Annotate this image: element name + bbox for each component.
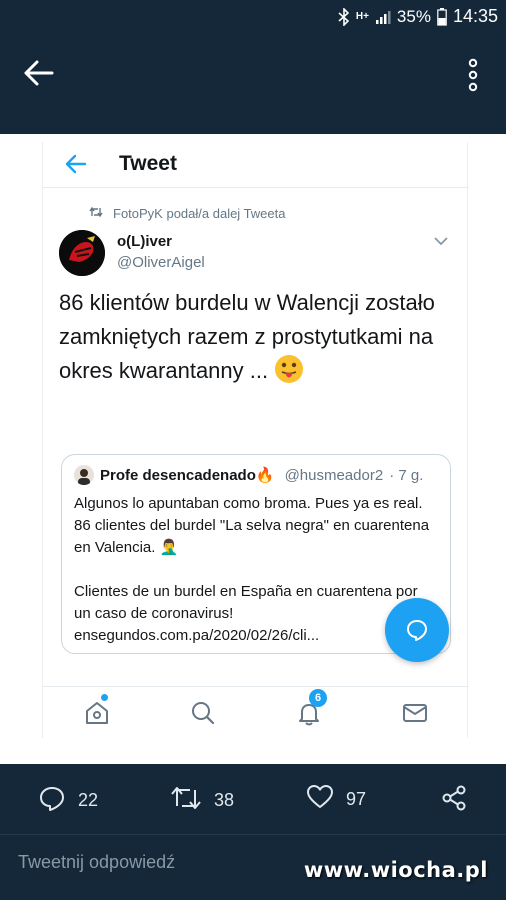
- quoted-name: Profe desencadenado🔥: [100, 467, 275, 484]
- avatar[interactable]: [59, 230, 105, 276]
- author-handle[interactable]: @OliverAigel: [117, 254, 205, 271]
- action-bar: 22 38 97: [0, 764, 506, 834]
- compose-button[interactable]: [385, 598, 449, 662]
- reply-button[interactable]: 22: [38, 784, 98, 817]
- divider: [0, 834, 506, 835]
- share-button[interactable]: [440, 784, 468, 817]
- like-count: 97: [346, 789, 367, 809]
- quoted-handle: @husmeador2: [284, 466, 384, 484]
- tweet-card: Tweet FotoPyK podał/a dalej Tweeta o(L)i…: [42, 142, 469, 738]
- home-icon[interactable]: [83, 694, 111, 727]
- retweet-icon: [89, 206, 103, 221]
- network-type: H+: [355, 11, 369, 22]
- battery-icon: [437, 7, 447, 26]
- retweet-count: 38: [214, 790, 235, 810]
- more-vertical-icon[interactable]: [466, 58, 480, 92]
- signal-icon: [375, 9, 391, 25]
- app-bar: [0, 34, 506, 134]
- page-title: Tweet: [119, 152, 177, 175]
- tweet-header: Tweet: [43, 142, 469, 188]
- back-arrow-icon[interactable]: [65, 154, 87, 174]
- author-name[interactable]: o(L)iver: [117, 233, 172, 250]
- reply-icon: [38, 784, 66, 817]
- notifications-icon[interactable]: 6: [295, 689, 327, 727]
- watermark: www.wiocha.pl: [303, 858, 488, 882]
- tongue-face-icon: [274, 354, 304, 384]
- quoted-body: Algunos lo apuntaban como broma. Pues ya…: [74, 495, 430, 644]
- quoted-avatar: [74, 465, 94, 485]
- retweet-button[interactable]: 38: [170, 784, 234, 817]
- share-icon: [440, 784, 468, 817]
- twitter-bottom-nav: 6: [43, 686, 469, 738]
- retweet-context: FotoPyK podał/a dalej Tweeta: [89, 206, 286, 221]
- like-button[interactable]: 97: [306, 784, 366, 815]
- tweet-body: 86 klientów burdelu w Walencji zostało z…: [59, 290, 435, 383]
- quoted-time: · 7 g.: [389, 466, 424, 484]
- retweet-icon: [170, 784, 202, 817]
- notifications-badge: 6: [309, 689, 327, 707]
- clock: 14:35: [452, 6, 498, 26]
- quoted-header: Profe desencadenado🔥 @husmeador2 · 7 g.: [74, 465, 423, 485]
- heart-icon: [306, 784, 334, 815]
- retweeted-by-label: FotoPyK podał/a dalej Tweeta: [113, 206, 286, 221]
- search-icon[interactable]: [189, 699, 217, 727]
- status-bar: H+ 35% 14:35: [0, 0, 506, 34]
- tweet-screenshot: Tweet FotoPyK podał/a dalej Tweeta o(L)i…: [0, 134, 506, 764]
- chevron-down-icon[interactable]: [433, 234, 449, 248]
- reply-count: 22: [78, 790, 99, 810]
- arrow-left-icon[interactable]: [22, 58, 58, 88]
- battery-percent: 35%: [396, 6, 431, 26]
- bluetooth-icon: [338, 7, 350, 26]
- home-new-dot: [101, 694, 108, 701]
- reply-input[interactable]: Tweetnij odpowiedź: [18, 852, 175, 873]
- tweet-text: 86 klientów burdelu w Walencji zostało z…: [59, 286, 439, 388]
- messages-icon[interactable]: [401, 699, 429, 727]
